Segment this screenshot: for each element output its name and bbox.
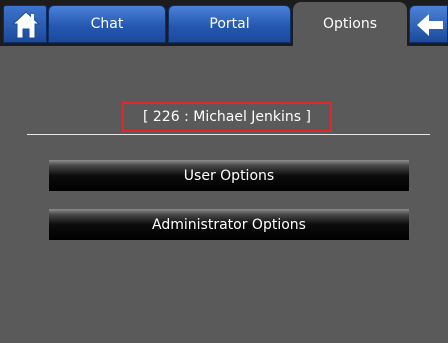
user-options-button[interactable]: User Options xyxy=(49,160,409,191)
administrator-options-label: Administrator Options xyxy=(152,216,306,233)
user-options-label: User Options xyxy=(183,167,275,184)
home-button[interactable] xyxy=(3,5,47,43)
tab-chat-label: Chat xyxy=(90,16,124,32)
divider xyxy=(27,134,430,135)
administrator-options-button[interactable]: Administrator Options xyxy=(49,209,409,240)
tab-portal[interactable]: Portal xyxy=(168,5,291,43)
tab-options[interactable]: Options xyxy=(293,2,407,46)
top-navigation-bar: Chat Portal Options xyxy=(0,0,448,46)
home-icon xyxy=(11,11,41,39)
tab-portal-label: Portal xyxy=(209,16,250,32)
back-arrow-icon xyxy=(417,14,443,36)
tab-options-label: Options xyxy=(322,16,378,32)
back-button[interactable] xyxy=(409,5,448,43)
tab-chat[interactable]: Chat xyxy=(48,5,166,43)
user-label-text: [ 226 : Michael Jenkins ] xyxy=(142,109,311,125)
current-user-label: [ 226 : Michael Jenkins ] xyxy=(122,102,332,132)
